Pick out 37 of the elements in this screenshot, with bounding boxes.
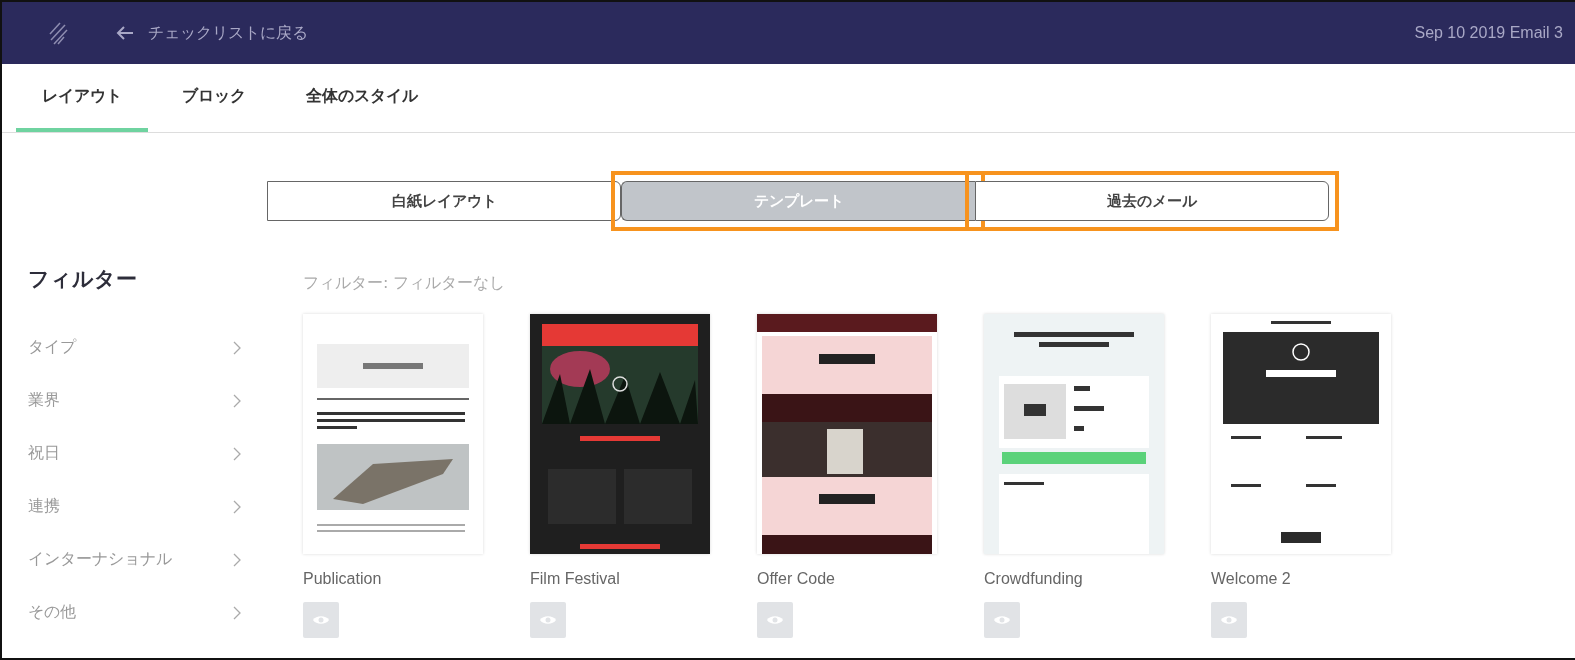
tab[interactable]: ブロック [156,64,272,132]
filter-category[interactable]: 祝日 [28,427,242,480]
eye-icon [1220,614,1238,626]
filter-category[interactable]: その他 [28,586,242,639]
tab[interactable]: レイアウト [16,64,148,132]
layout-mode-tab[interactable]: テンプレート [621,181,975,221]
template-name: Welcome 2 [1211,570,1291,588]
chevron-right-icon [233,340,242,355]
filter-category[interactable]: 連携 [28,480,242,533]
chevron-right-icon [233,446,242,461]
chevron-right-icon [233,499,242,514]
template-name: Film Festival [530,570,620,588]
eye-icon [539,614,557,626]
layout-mode-tab[interactable]: 過去のメール [975,181,1329,221]
tab[interactable]: 全体のスタイル [280,64,444,132]
eye-icon [993,614,1011,626]
chevron-right-icon [233,605,242,620]
filter-heading: フィルター [28,266,137,293]
layout-mode-tab[interactable]: 白紙レイアウト [267,181,621,221]
template-preview-drawing[interactable] [757,314,937,554]
filter-category[interactable]: タイプ [28,321,242,374]
chevron-right-icon [233,552,242,567]
template-name: Crowdfunding [984,570,1083,588]
back-link[interactable]: チェックリストに戻る [116,22,308,44]
document-title: Sep 10 2019 Email 3 [1414,24,1563,42]
template-preview-drawing[interactable] [303,314,483,554]
back-arrow-icon [116,26,134,40]
template-name: Offer Code [757,570,835,588]
filter-category[interactable]: インターナショナル [28,533,242,586]
template-preview-drawing[interactable] [1211,314,1391,554]
eye-icon [766,614,784,626]
template-name: Publication [303,570,382,588]
eye-icon [312,614,330,626]
chevron-right-icon [233,393,242,408]
filter-category[interactable]: 業界 [28,374,242,427]
active-filter-label: フィルター: フィルターなし [303,273,506,294]
template-preview-drawing[interactable] [984,314,1164,554]
